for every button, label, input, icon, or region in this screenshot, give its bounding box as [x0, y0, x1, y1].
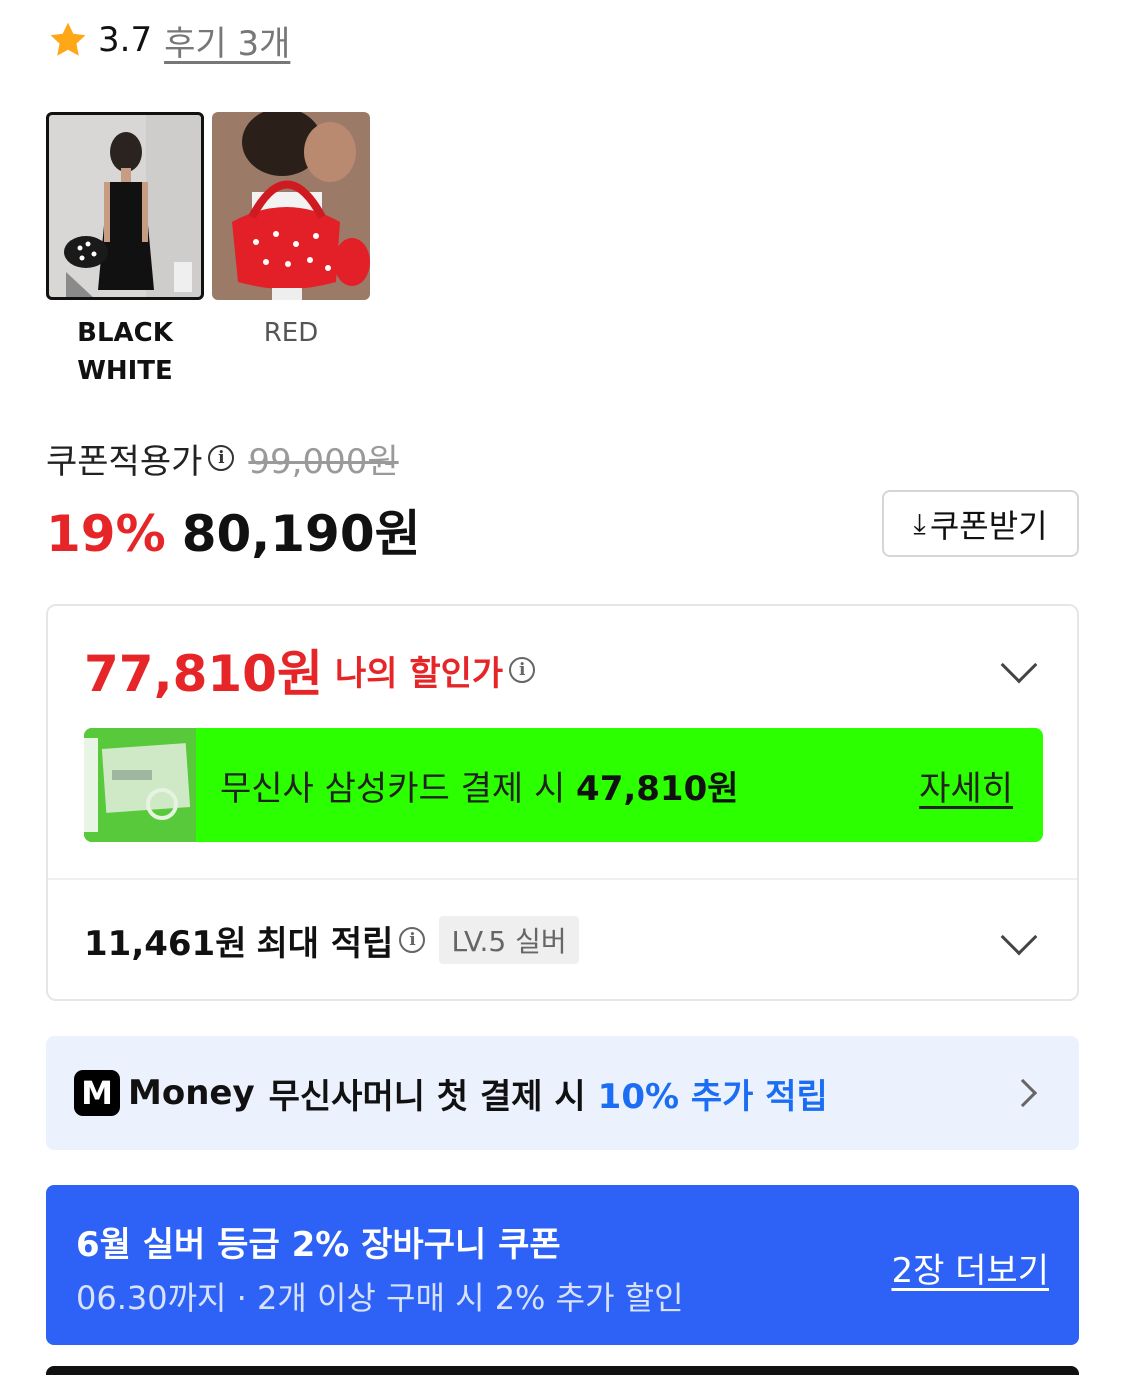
grade-coupon-banner[interactable]: 6월 실버 등급 2% 장바구니 쿠폰 06.30까지 · 2개 이상 구매 시…	[46, 1185, 1079, 1345]
musinsa-money-banner[interactable]: M Money 무신사머니 첫 결제 시 10% 추가 적립	[46, 1036, 1079, 1150]
color-options: BLACK WHITE RED	[46, 112, 370, 390]
info-icon[interactable]: i	[399, 927, 426, 953]
card-benefit-text: 무신사 삼성카드 결제 시 47,810원	[220, 761, 739, 810]
my-discount-label: 나의 할인가	[334, 653, 504, 694]
card-benefit-desc: 무신사 삼성카드 결제 시	[220, 768, 577, 809]
money-logo-icon: M	[74, 1070, 120, 1116]
model-black-dress-image	[46, 112, 204, 300]
coupon-price-label: 쿠폰적용가	[46, 441, 203, 482]
star-icon	[50, 22, 86, 56]
info-icon[interactable]: i	[509, 657, 536, 683]
model-red-bag-image	[212, 112, 370, 300]
rating-row: 3.7 후기 3개	[46, 16, 290, 65]
max-points: 11,461원	[84, 923, 247, 964]
musinsa-card-image	[84, 728, 196, 842]
level-badge: LV.5 실버	[439, 916, 579, 964]
rating-score: 3.7	[98, 20, 153, 60]
coupon-download-label: 쿠폰받기	[929, 506, 1048, 545]
samsung-card-banner[interactable]: 무신사 삼성카드 결제 시 47,810원 자세히	[84, 728, 1043, 842]
money-highlight: 10% 추가 적립	[597, 1076, 828, 1117]
download-icon: ⤓	[913, 506, 926, 540]
max-points-label: 최대 적립	[256, 923, 394, 964]
discount-rate: 19%	[46, 505, 166, 563]
sale-price: 80,190원	[181, 505, 421, 563]
my-price-row[interactable]: 77,810원 나의 할인가 i	[84, 640, 536, 703]
option-red[interactable]: RED	[212, 112, 370, 390]
card-benefit-price: 47,810원	[576, 768, 739, 809]
option-thumbnail-black-white[interactable]	[46, 112, 204, 300]
my-discount-price: 77,810원	[84, 645, 323, 703]
money-brand: Money	[128, 1073, 255, 1113]
coupon-banner-subtitle: 06.30까지 · 2개 이상 구매 시 2% 추가 할인	[76, 1279, 684, 1317]
option-label-line2: WHITE	[77, 356, 173, 386]
option-label-line1: BLACK	[77, 318, 173, 348]
benefit-box: 77,810원 나의 할인가 i 무신사 삼성카드 결제 시 47,810원 자…	[46, 604, 1079, 1001]
bottom-bar	[46, 1366, 1079, 1375]
chevron-down-icon[interactable]	[1000, 646, 1038, 684]
main-price-row: 19% 80,190원	[46, 494, 421, 563]
option-label-black-white: BLACK WHITE	[77, 314, 173, 390]
coupon-banner-title: 6월 실버 등급 2% 장바구니 쿠폰	[76, 1225, 561, 1265]
coupon-more-link[interactable]: 2장 더보기	[891, 1243, 1049, 1292]
card-details-link[interactable]: 자세히	[919, 761, 1013, 810]
info-icon[interactable]: i	[208, 445, 235, 471]
coupon-price-row: 쿠폰적용가 i 99,000원	[46, 436, 399, 482]
coupon-download-button[interactable]: ⤓ 쿠폰받기	[882, 490, 1079, 557]
original-price: 99,000원	[248, 441, 399, 482]
option-black-white[interactable]: BLACK WHITE	[46, 112, 204, 390]
option-label-line1: RED	[263, 318, 319, 348]
option-thumbnail-red[interactable]	[212, 112, 370, 300]
money-text: 무신사머니 첫 결제 시	[268, 1076, 586, 1117]
points-row[interactable]: 11,461원 최대 적립 i LV.5 실버	[84, 916, 579, 964]
review-count-link[interactable]: 후기 3개	[164, 16, 290, 65]
divider	[48, 878, 1077, 880]
card-image	[84, 728, 196, 842]
option-label-red: RED	[264, 314, 319, 352]
chevron-down-icon[interactable]	[1000, 918, 1038, 956]
chevron-right-icon	[1008, 1078, 1038, 1108]
